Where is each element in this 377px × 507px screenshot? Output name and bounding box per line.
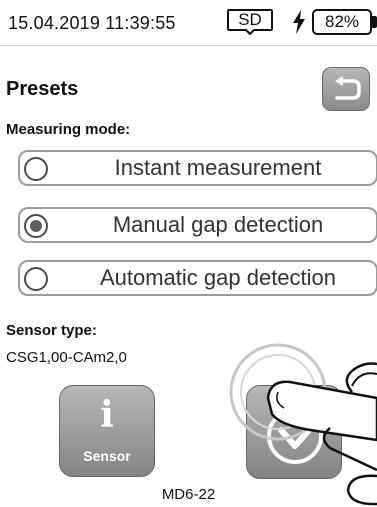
option-label: Instant measurement (114, 155, 322, 180)
battery-icon: 82% (312, 9, 372, 35)
battery-tip (371, 16, 377, 28)
radio-button[interactable] (24, 157, 48, 181)
status-divider (0, 45, 377, 46)
sensor-info-button[interactable]: i Sensor (59, 385, 155, 477)
datetime: 15.04.2019 11:39:55 (8, 13, 176, 33)
return-arrow-icon (335, 76, 361, 100)
option-automatic-gap-detection[interactable]: Automatic gap detection (18, 260, 377, 296)
info-icon: i (100, 394, 114, 436)
option-manual-gap-detection[interactable]: Manual gap detection (18, 207, 377, 243)
lightning-bolt-icon (293, 10, 305, 34)
option-label: Automatic gap detection (99, 265, 337, 290)
status-bar: 15.04.2019 11:39:55 SD 82% (0, 0, 377, 44)
sd-label: SD (238, 10, 262, 29)
sensor-button-label: Sensor (83, 448, 131, 464)
back-button[interactable] (322, 67, 370, 111)
radio-button-selected[interactable] (24, 214, 48, 238)
next-button[interactable] (246, 385, 342, 479)
battery-percent: 82% (324, 12, 360, 31)
option-label: Manual gap detection (112, 212, 324, 237)
device-model: MD6-22 (161, 486, 216, 503)
sensor-type-label: Sensor type: (6, 322, 97, 339)
chevron-down-icon (267, 408, 323, 464)
option-instant-measurement[interactable]: Instant measurement (18, 150, 377, 186)
sensor-type-value: CSG1,00-CAm2,0 (6, 349, 127, 366)
page-title: Presets (6, 78, 79, 100)
measuring-mode-label: Measuring mode: (6, 121, 131, 138)
radio-button[interactable] (24, 267, 48, 291)
